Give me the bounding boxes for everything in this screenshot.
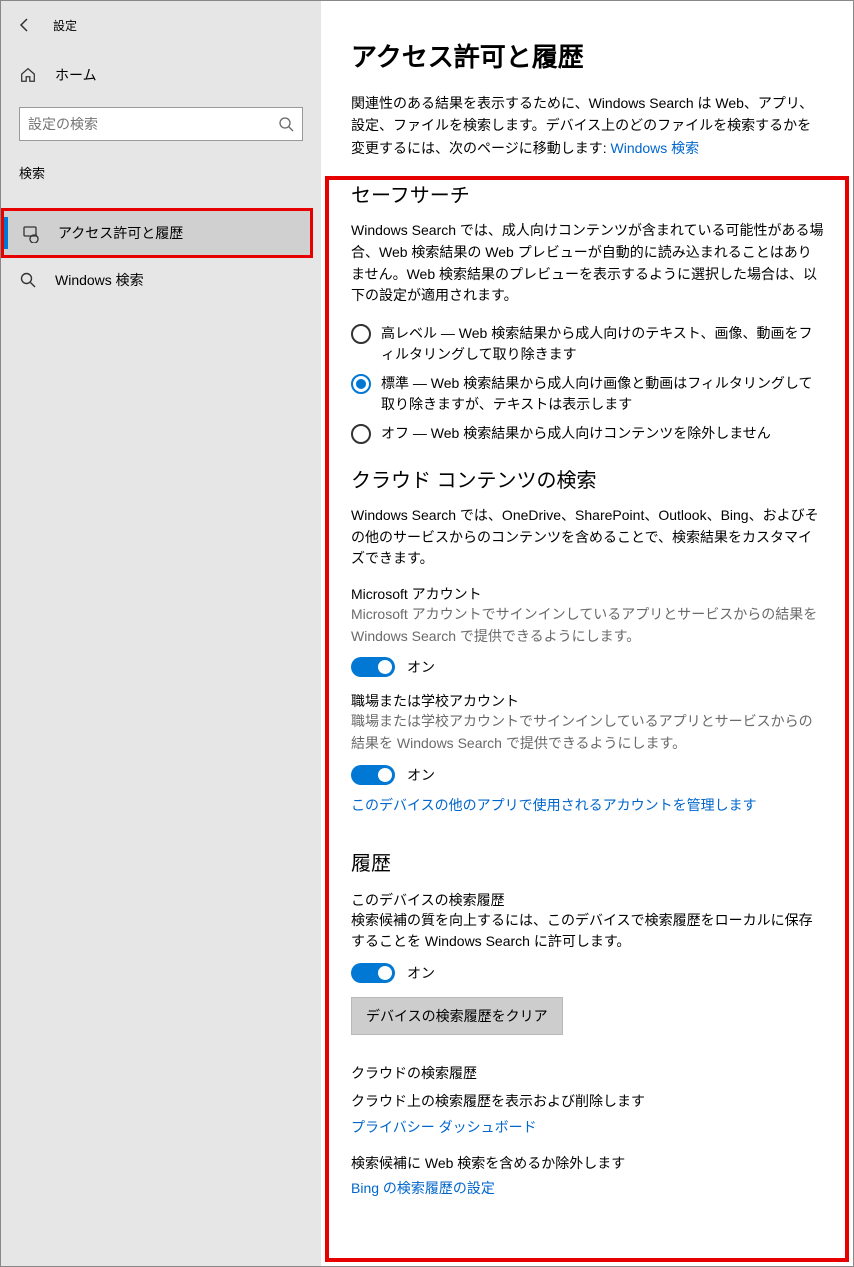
sidebar-item-windows-search[interactable]: Windows 検索 [1,258,321,302]
radio-standard[interactable]: 標準 — Web 検索結果から成人向け画像と動画はフィルタリングして取り除きます… [351,373,825,415]
safesearch-desc: Windows Search では、成人向けコンテンツが含まれている可能性がある… [351,220,825,307]
toggle-device-history[interactable] [351,963,395,983]
section-history: 履歴 このデバイスの検索履歴 検索候補の質を向上するには、このデバイスで検索履歴… [351,847,825,1199]
cloud-history-label: クラウドの検索履歴 [351,1063,825,1083]
toggle-work-account[interactable] [351,765,395,785]
page-title: アクセス許可と履歴 [351,37,825,74]
device-history-label: このデバイスの検索履歴 [351,890,825,910]
history-heading: 履歴 [351,847,825,876]
back-icon[interactable] [11,17,39,33]
safesearch-heading: セーフサーチ [351,179,825,208]
section-safesearch: セーフサーチ Windows Search では、成人向けコンテンツが含まれてい… [351,179,825,444]
radio-icon [351,374,371,394]
cloud-heading: クラウド コンテンツの検索 [351,464,825,493]
sidebar: 設定 ホーム 検索 アクセス許可と履歴 [1,1,321,1266]
nav-home-label: ホーム [55,65,97,85]
toggle-ms-account[interactable] [351,657,395,677]
ms-account-desc: Microsoft アカウントでサインインしているアプリとサービスからの結果を … [351,604,825,647]
window-title: 設定 [53,17,77,34]
ms-account-label: Microsoft アカウント [351,584,825,604]
sidebar-item-label: Windows 検索 [55,270,144,290]
intro-text: 関連性のある結果を表示するために、Windows Search は Web、アプ… [351,92,825,159]
work-account-desc: 職場または学校アカウントでサインインしているアプリとサービスからの結果を Win… [351,711,825,754]
bing-desc: 検索候補に Web 検索を含めるか除外します [351,1153,825,1175]
search-input[interactable] [28,116,278,132]
section-cloud: クラウド コンテンツの検索 Windows Search では、OneDrive… [351,464,825,815]
search-icon [278,116,294,132]
radio-off[interactable]: オフ — Web 検索結果から成人向けコンテンツを除外しません [351,423,825,444]
content: アクセス許可と履歴 関連性のある結果を表示するために、Windows Searc… [321,1,853,1266]
radio-icon [351,424,371,444]
radio-high[interactable]: 高レベル — Web 検索結果から成人向けのテキスト、画像、動画をフィルタリング… [351,323,825,365]
search-input-wrap[interactable] [19,107,303,141]
cloud-desc: Windows Search では、OneDrive、SharePoint、Ou… [351,505,825,570]
cloud-history-desc: クラウド上の検索履歴を表示および削除します [351,1091,825,1113]
search-nav-icon [19,271,41,289]
device-history-desc: 検索候補の質を向上するには、このデバイスで検索履歴をローカルに保存することを W… [351,910,825,953]
radio-icon [351,324,371,344]
bing-history-link[interactable]: Bing の検索履歴の設定 [351,1178,825,1198]
intro-link[interactable]: Windows 検索 [611,140,700,156]
manage-accounts-link[interactable]: このデバイスの他のアプリで使用されるアカウントを管理します [351,795,825,815]
work-account-label: 職場または学校アカウント [351,691,825,711]
nav-home[interactable]: ホーム [1,55,321,95]
home-icon [19,66,41,84]
clear-history-button[interactable]: デバイスの検索履歴をクリア [351,997,563,1035]
sidebar-item-permissions-history[interactable]: アクセス許可と履歴 [4,211,310,255]
sidebar-category: 検索 [1,155,321,190]
titlebar: 設定 [1,9,321,41]
privacy-dashboard-link[interactable]: プライバシー ダッシュボード [351,1117,825,1137]
sidebar-item-label: アクセス許可と履歴 [58,223,183,243]
permissions-icon [22,223,44,243]
